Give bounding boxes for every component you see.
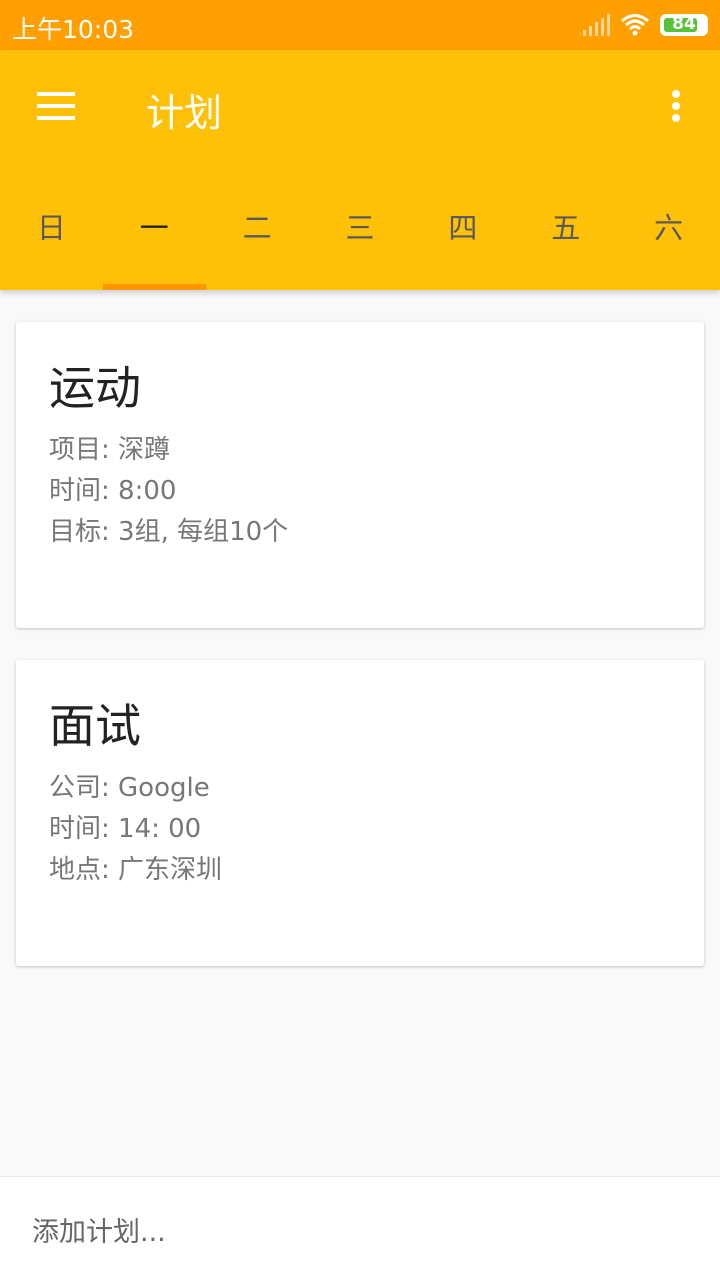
tab-wednesday[interactable]: 三	[309, 188, 412, 290]
battery-icon: 84	[660, 14, 708, 36]
card-title: 面试	[49, 699, 141, 753]
card-detail-line: 时间: 14: 00	[49, 814, 202, 844]
status-time: 上午10:03	[12, 15, 135, 44]
card-detail-line: 地点: 广东深圳	[49, 855, 223, 885]
plan-card[interactable]: 运动 项目: 深蹲 时间: 8:00 目标: 3组, 每组10个	[16, 322, 704, 628]
battery-level: 84	[672, 14, 696, 34]
tab-label: 六	[654, 211, 684, 245]
app-bar: 计划 日 一 二 三 四 五 六	[0, 50, 720, 290]
tab-label: 五	[551, 211, 581, 245]
add-plan-input[interactable]	[32, 1207, 692, 1257]
card-detail-line: 时间: 8:00	[49, 476, 177, 506]
tab-monday[interactable]: 一	[102, 188, 206, 290]
tab-friday[interactable]: 五	[514, 188, 617, 290]
tab-label: 三	[345, 211, 375, 245]
menu-icon[interactable]	[28, 86, 84, 126]
signal-icon	[583, 14, 610, 36]
tab-label: 日	[36, 211, 66, 245]
wifi-icon	[621, 14, 649, 36]
tab-sunday[interactable]: 日	[0, 188, 103, 290]
plan-card[interactable]: 面试 公司: Google 时间: 14: 00 地点: 广东深圳	[16, 660, 704, 966]
tab-tuesday[interactable]: 二	[206, 188, 309, 290]
card-detail-line: 目标: 3组, 每组10个	[49, 517, 289, 547]
card-detail-line: 项目: 深蹲	[49, 435, 171, 465]
tab-label: 二	[242, 211, 272, 245]
page-title: 计划	[146, 91, 223, 135]
card-detail-line: 公司: Google	[49, 773, 210, 803]
tab-saturday[interactable]: 六	[617, 188, 720, 290]
plan-list: 运动 项目: 深蹲 时间: 8:00 目标: 3组, 每组10个 面试 公司: …	[0, 290, 720, 1176]
weekday-tabs: 日 一 二 三 四 五 六	[0, 188, 720, 290]
card-title: 运动	[49, 361, 141, 415]
tab-label: 一	[139, 211, 169, 245]
add-plan-bar	[0, 1176, 720, 1280]
tab-thursday[interactable]: 四	[411, 188, 514, 290]
tab-label: 四	[448, 211, 478, 245]
status-bar: 上午10:03 84	[0, 0, 720, 50]
more-vert-icon[interactable]	[656, 84, 696, 128]
